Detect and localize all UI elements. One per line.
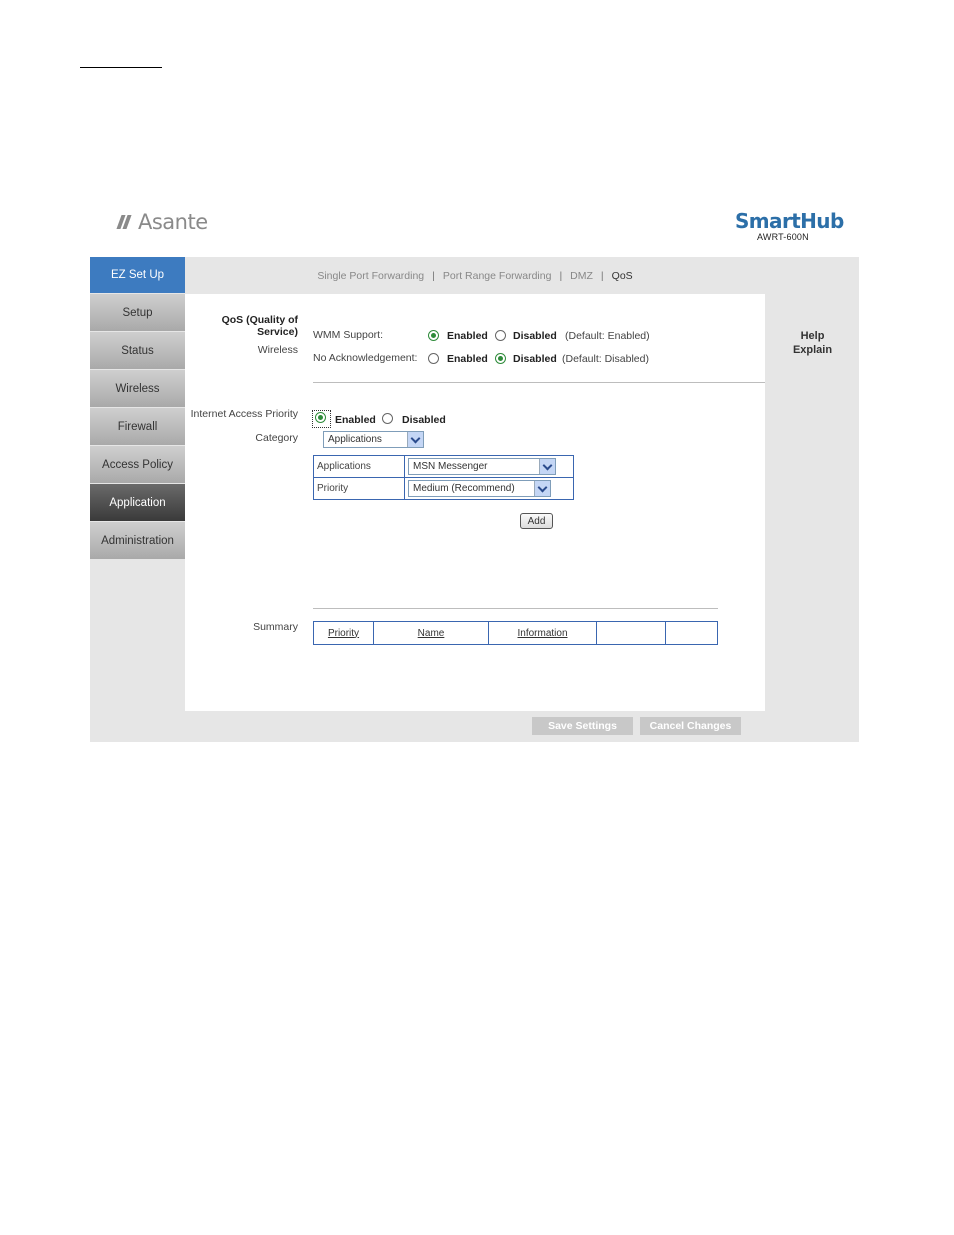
tab-separator: | bbox=[600, 269, 604, 282]
chevron-down-icon bbox=[534, 481, 550, 496]
asante-mark-icon bbox=[116, 215, 134, 229]
application-select[interactable]: MSN Messenger bbox=[408, 458, 556, 475]
smarthub-logo: SmartHub AWRT-600N bbox=[735, 210, 845, 242]
tab-qos[interactable]: QoS bbox=[612, 270, 633, 282]
noack-disabled-radio[interactable] bbox=[495, 353, 506, 364]
asante-wordmark: Asante bbox=[138, 210, 208, 234]
rule-editor-table: Applications MSN Messenger Priority Medi… bbox=[313, 455, 574, 500]
iap-label: Internet Access Priority bbox=[190, 408, 298, 420]
nav-setup[interactable]: Setup bbox=[90, 294, 185, 331]
tab-port-range-forwarding[interactable]: Port Range Forwarding bbox=[443, 270, 552, 282]
nav-ez-setup[interactable]: EZ Set Up bbox=[90, 257, 185, 293]
tab-separator: | bbox=[559, 269, 563, 282]
chevron-down-icon bbox=[407, 432, 423, 447]
divider bbox=[313, 382, 765, 383]
router-admin-frame: EZ Set Up Setup Status Wireless Firewall… bbox=[90, 257, 859, 742]
summary-divider bbox=[313, 608, 718, 609]
wmm-default-note: (Default: Enabled) bbox=[565, 330, 650, 342]
sub-tabs: Single Port Forwarding | Port Range Forw… bbox=[185, 257, 765, 294]
asante-logo: Asante bbox=[116, 209, 208, 235]
explain-link[interactable]: Explain bbox=[785, 343, 840, 357]
nav-firewall[interactable]: Firewall bbox=[90, 408, 185, 445]
content-panel: QoS (Quality of Service) Wireless WMM Su… bbox=[185, 294, 765, 711]
noack-enabled-radio[interactable] bbox=[428, 353, 439, 364]
noack-label: No Acknowledgement: bbox=[313, 352, 418, 364]
table-row: Applications MSN Messenger bbox=[313, 455, 574, 478]
tab-single-port-forwarding[interactable]: Single Port Forwarding bbox=[317, 270, 424, 282]
nav-administration[interactable]: Administration bbox=[90, 522, 185, 559]
model-number: AWRT-600N bbox=[757, 232, 809, 242]
priority-select-value: Medium (Recommend) bbox=[413, 483, 515, 494]
iap-enabled-label: Enabled bbox=[335, 414, 376, 426]
category-label: Category bbox=[255, 432, 298, 444]
summary-header-empty bbox=[596, 621, 666, 645]
summary-header-information[interactable]: Information bbox=[488, 621, 597, 645]
nav-application[interactable]: Application bbox=[90, 484, 185, 521]
category-select[interactable]: Applications bbox=[323, 431, 424, 448]
summary-header-name[interactable]: Name bbox=[373, 621, 489, 645]
noack-disabled-label: Disabled bbox=[513, 353, 557, 365]
tab-dmz[interactable]: DMZ bbox=[570, 270, 593, 282]
iap-disabled-label: Disabled bbox=[402, 414, 446, 426]
priority-cell: Medium (Recommend) bbox=[404, 477, 574, 500]
wmm-label: WMM Support: bbox=[313, 329, 384, 341]
table-row: Priority Medium (Recommend) bbox=[313, 477, 574, 500]
tab-separator: | bbox=[432, 269, 435, 282]
summary-header-empty bbox=[665, 621, 718, 645]
sidebar-nav: EZ Set Up Setup Status Wireless Firewall… bbox=[90, 257, 185, 560]
add-button[interactable]: Add bbox=[520, 513, 553, 529]
qos-section-title: QoS (Quality of Service) bbox=[221, 314, 298, 338]
help-panel: Help Explain bbox=[785, 329, 840, 357]
save-settings-button[interactable]: Save Settings bbox=[532, 717, 633, 735]
nav-status[interactable]: Status bbox=[90, 332, 185, 369]
summary-table: Priority Name Information bbox=[313, 621, 718, 645]
iap-disabled-radio[interactable] bbox=[382, 413, 393, 424]
help-link[interactable]: Help bbox=[785, 329, 840, 343]
wireless-label: Wireless bbox=[257, 344, 298, 356]
wmm-enabled-label: Enabled bbox=[447, 330, 488, 342]
table-row: Priority Name Information bbox=[313, 621, 718, 645]
wmm-disabled-radio[interactable] bbox=[495, 330, 506, 341]
priority-row-label: Priority bbox=[313, 477, 405, 500]
iap-enabled-radio[interactable] bbox=[315, 412, 326, 423]
smarthub-wordmark: SmartHub bbox=[735, 209, 844, 233]
noack-enabled-label: Enabled bbox=[447, 353, 488, 365]
category-select-value: Applications bbox=[328, 434, 382, 445]
nav-wireless[interactable]: Wireless bbox=[90, 370, 185, 407]
chevron-down-icon bbox=[539, 459, 555, 474]
priority-select[interactable]: Medium (Recommend) bbox=[408, 480, 551, 497]
applications-row-label: Applications bbox=[313, 455, 405, 478]
wmm-disabled-label: Disabled bbox=[513, 330, 557, 342]
wmm-enabled-radio[interactable] bbox=[428, 330, 439, 341]
application-select-value: MSN Messenger bbox=[413, 461, 488, 472]
nav-access-policy[interactable]: Access Policy bbox=[90, 446, 185, 483]
summary-label: Summary bbox=[253, 621, 298, 633]
applications-cell: MSN Messenger bbox=[404, 455, 574, 478]
summary-header-priority[interactable]: Priority bbox=[313, 621, 374, 645]
cancel-changes-button[interactable]: Cancel Changes bbox=[640, 717, 741, 735]
top-rule bbox=[80, 67, 162, 68]
noack-default-note: (Default: Disabled) bbox=[562, 353, 649, 365]
